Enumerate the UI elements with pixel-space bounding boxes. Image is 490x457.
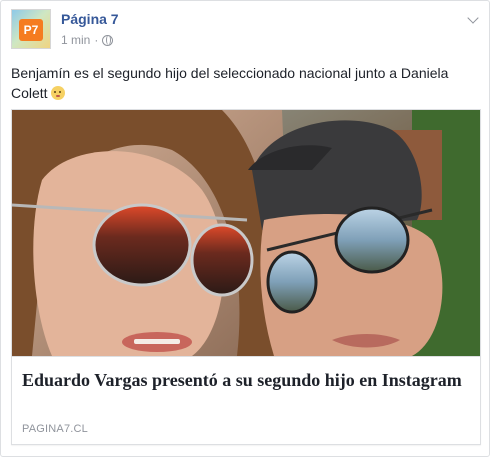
selfie-photo (12, 110, 480, 356)
avatar-logo: P7 (19, 19, 43, 41)
post-message: Benjamín es el segundo hijo del seleccio… (11, 65, 449, 101)
page-avatar[interactable]: P7 (11, 9, 51, 49)
post-text: Benjamín es el segundo hijo del seleccio… (11, 63, 481, 103)
link-preview-image[interactable] (12, 110, 480, 356)
meta-separator: · (94, 33, 99, 47)
link-preview-card[interactable]: Eduardo Vargas presentó a su segundo hij… (11, 109, 481, 445)
link-domain: PAGINA7.CL (22, 423, 88, 435)
globe-icon[interactable] (102, 34, 114, 46)
link-preview-caption[interactable]: Eduardo Vargas presentó a su segundo hij… (12, 356, 480, 444)
feed-post: P7 Página 7 1 min · Benjamín es el segun… (0, 0, 490, 457)
page-name-link[interactable]: Página 7 (61, 11, 119, 27)
post-timestamp[interactable]: 1 min (61, 33, 90, 47)
post-header: P7 Página 7 1 min · (11, 9, 481, 53)
baby-emoji-icon (50, 86, 65, 100)
chevron-down-icon[interactable] (465, 13, 481, 27)
post-meta: 1 min · (61, 33, 114, 47)
link-headline[interactable]: Eduardo Vargas presentó a su segundo hij… (22, 369, 462, 391)
